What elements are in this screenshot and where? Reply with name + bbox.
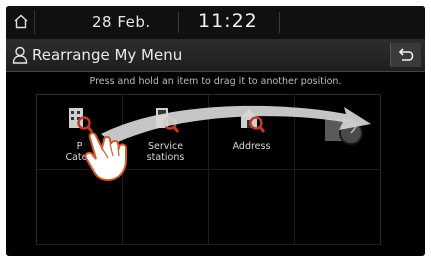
- head-unit-screen: 28 Feb. 11:22 Rearrange My Menu Press an…: [6, 6, 425, 256]
- touch-hand-icon: [84, 132, 127, 182]
- drag-arrow: [101, 105, 371, 144]
